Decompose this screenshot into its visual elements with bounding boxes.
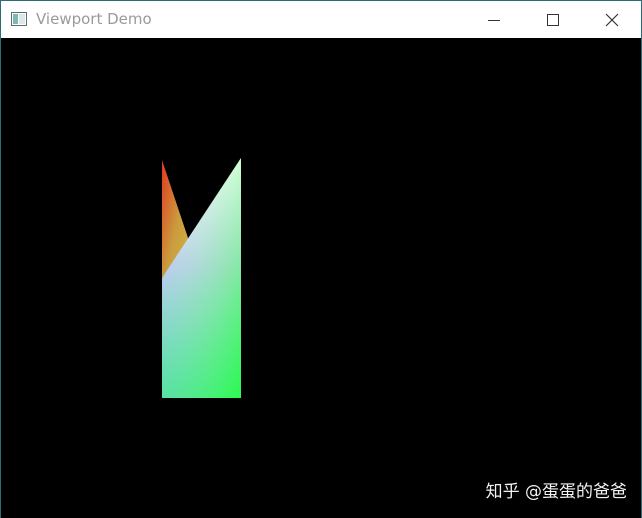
app-window: Viewport Demo 知乎 @蛋蛋的爸爸 xyxy=(0,0,642,518)
close-button[interactable] xyxy=(589,1,635,38)
maximize-button[interactable] xyxy=(530,1,576,38)
render-scene xyxy=(162,158,241,398)
app-window-icon xyxy=(11,12,27,26)
minimize-icon xyxy=(488,19,500,21)
viewport-canvas[interactable]: 知乎 @蛋蛋的爸爸 xyxy=(1,38,641,518)
close-icon xyxy=(605,13,619,26)
minimize-button[interactable] xyxy=(471,1,517,38)
watermark-text: 知乎 @蛋蛋的爸爸 xyxy=(485,482,627,502)
maximize-icon xyxy=(547,13,559,26)
window-title: Viewport Demo xyxy=(36,10,152,28)
gradient-quad-right xyxy=(162,158,241,398)
title-bar[interactable]: Viewport Demo xyxy=(1,1,641,38)
